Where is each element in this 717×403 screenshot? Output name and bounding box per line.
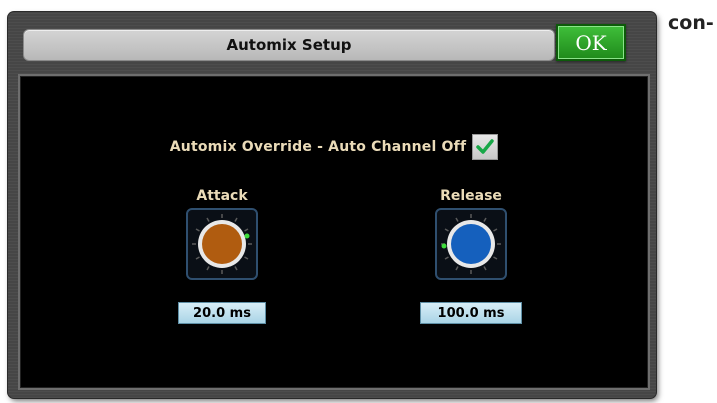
attack-value[interactable]: 20.0 ms [178,302,266,324]
checkmark-icon [476,139,494,154]
release-knob[interactable] [435,208,507,280]
ok-button[interactable]: OK [556,24,626,61]
dialog-title-bar: Automix Setup [23,29,555,61]
release-label: Release [440,188,502,204]
attack-label: Attack [196,188,248,204]
override-checkbox[interactable] [472,134,499,160]
release-value[interactable]: 100.0 ms [420,302,522,324]
settings-panel: Automix Override - Auto Channel Off Atta… [18,74,650,390]
release-indicator [441,243,447,249]
ok-button-label: OK [575,30,607,55]
release-control: Release 100.0 ms [416,188,526,324]
attack-knob[interactable] [186,208,258,280]
dialog-title: Automix Setup [226,36,352,54]
attack-indicator [244,233,250,239]
override-label: Automix Override - Auto Channel Off [169,139,467,155]
override-row: Automix Override - Auto Channel Off [20,134,648,160]
automix-setup-dialog: Automix Setup OK Automix Override - Auto… [8,12,656,398]
side-text: con- [668,12,714,34]
attack-control: Attack 20.0 ms [172,188,272,324]
